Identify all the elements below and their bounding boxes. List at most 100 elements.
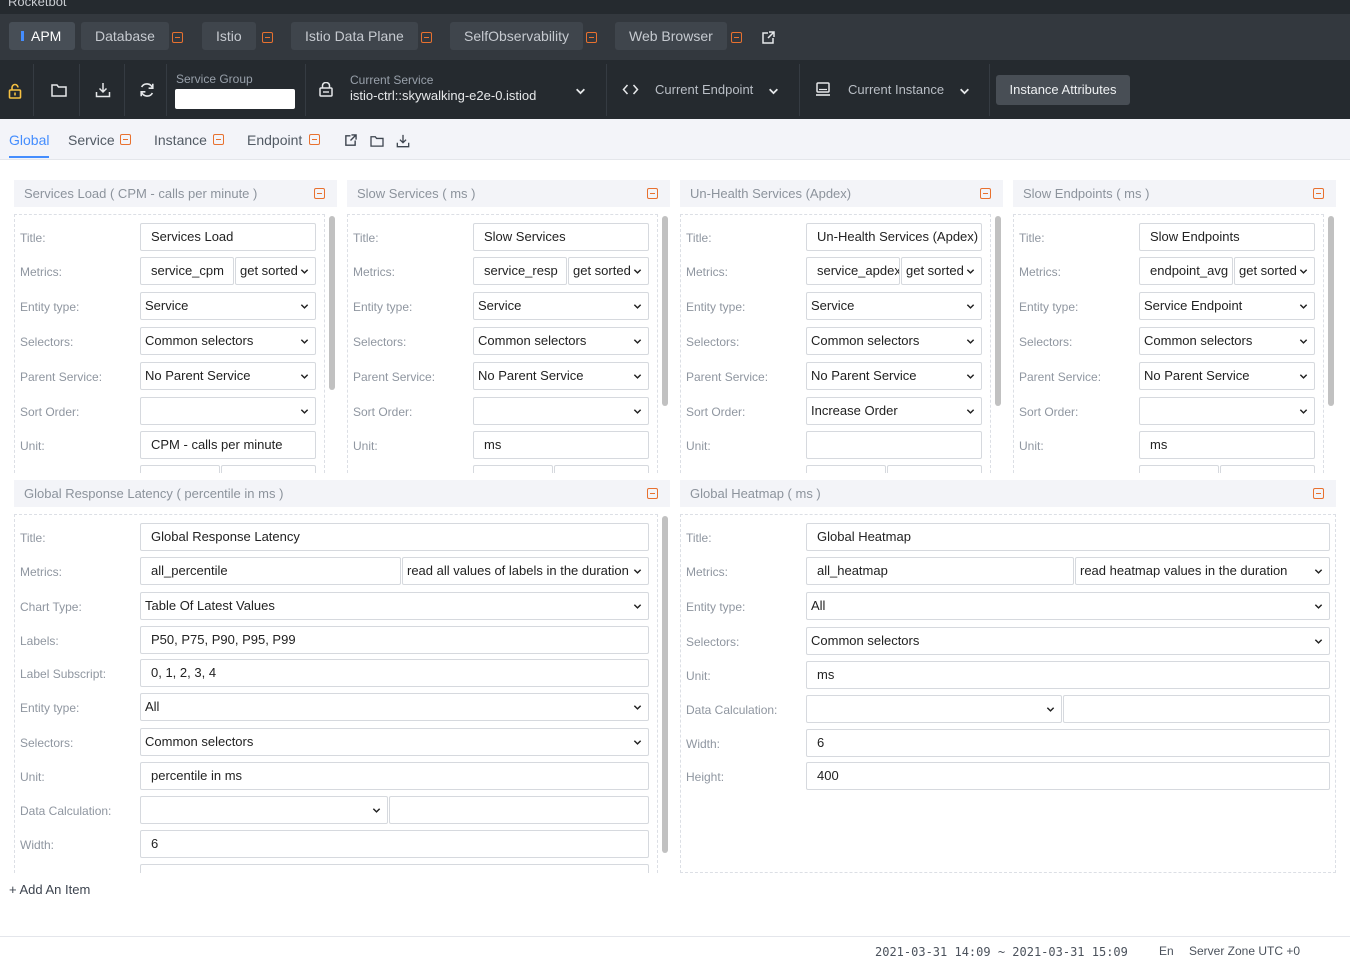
selectors-select[interactable]: Common selectors xyxy=(806,327,982,355)
width-input[interactable]: 6 xyxy=(140,830,649,858)
dashboard-tab-apm[interactable]: APM xyxy=(9,22,76,50)
tab-instance[interactable]: Instance xyxy=(154,132,207,148)
delete-dashboard-istio-data-plane-icon[interactable] xyxy=(421,32,432,43)
title-input[interactable]: Global Response Latency xyxy=(140,523,649,551)
instance-attributes-button[interactable]: Instance Attributes xyxy=(996,75,1130,105)
tab-global[interactable]: Global xyxy=(9,132,50,158)
entity-type-select[interactable]: Service Endpoint xyxy=(1139,292,1315,320)
time-range[interactable]: 2021-03-31 14:09 ~ 2021-03-31 15:09 xyxy=(875,945,1128,959)
dashboard-tab-database[interactable]: Database xyxy=(81,22,169,50)
export-download-icon[interactable] xyxy=(396,134,410,148)
dashboard-tab-web-browser[interactable]: Web Browser xyxy=(615,22,727,50)
selectors-select[interactable]: Common selectors xyxy=(1139,327,1315,355)
query-type-select[interactable]: read all values of labels in the duratio… xyxy=(402,557,649,585)
sort-order-select[interactable] xyxy=(1139,397,1315,425)
selectors-select[interactable]: Common selectors xyxy=(140,327,316,355)
width-input[interactable]: 6 xyxy=(806,729,1330,757)
scrollbar[interactable] xyxy=(662,516,668,853)
metrics-input[interactable]: all_heatmap xyxy=(806,557,1074,585)
unit-input[interactable]: ms xyxy=(806,661,1330,689)
entity-type-select[interactable]: All xyxy=(806,592,1330,620)
delete-dashboard-web-browser-icon[interactable] xyxy=(731,32,742,43)
query-type-select[interactable]: get sorted xyxy=(901,257,982,285)
add-tab-icon[interactable] xyxy=(344,134,357,147)
delete-tab-endpoint-icon[interactable] xyxy=(309,134,320,145)
scrollbar[interactable] xyxy=(662,216,668,406)
parent-service-select[interactable]: No Parent Service xyxy=(473,362,649,390)
delete-tab-instance-icon[interactable] xyxy=(213,134,224,145)
scrollbar[interactable] xyxy=(1328,216,1334,406)
parent-service-select[interactable]: No Parent Service xyxy=(140,362,316,390)
query-type-select[interactable]: get sorted xyxy=(1234,257,1315,285)
labels-input[interactable]: P50, P75, P90, P95, P99 xyxy=(140,626,649,654)
title-input[interactable]: Slow Endpoints xyxy=(1139,223,1315,251)
parent-service-select[interactable]: No Parent Service xyxy=(806,362,982,390)
delete-widget-icon[interactable] xyxy=(647,488,658,499)
title-input[interactable]: Services Load xyxy=(140,223,316,251)
lock-icon[interactable] xyxy=(8,83,22,99)
delete-widget-icon[interactable] xyxy=(1313,488,1324,499)
metrics-input[interactable]: all_percentile xyxy=(140,557,401,585)
dashboard-tab-selfobservability[interactable]: SelfObservability xyxy=(450,22,584,50)
title-input[interactable]: Un-Health Services (Apdex) xyxy=(806,223,982,251)
unit-input[interactable]: ms xyxy=(473,431,649,459)
metrics-input[interactable]: service_apdex xyxy=(806,257,900,285)
selectors-select[interactable]: Common selectors xyxy=(473,327,649,355)
delete-dashboard-selfobservability-icon[interactable] xyxy=(586,32,597,43)
entity-type-select[interactable]: All xyxy=(140,693,649,721)
query-type-select[interactable]: get sorted xyxy=(568,257,649,285)
metrics-input[interactable]: service_cpm xyxy=(140,257,234,285)
delete-widget-icon[interactable] xyxy=(1313,188,1324,199)
server-zone[interactable]: Server Zone UTC +0 xyxy=(1189,944,1300,958)
data-calculation-select[interactable] xyxy=(140,796,388,824)
data-calculation-select[interactable] xyxy=(1139,465,1219,473)
tab-endpoint[interactable]: Endpoint xyxy=(247,132,302,148)
delete-widget-icon[interactable] xyxy=(980,188,991,199)
data-calculation-select[interactable] xyxy=(473,465,553,473)
download-icon[interactable] xyxy=(95,82,111,98)
selectors-select[interactable]: Common selectors xyxy=(806,627,1330,655)
sort-order-select[interactable] xyxy=(473,397,649,425)
tab-service[interactable]: Service xyxy=(68,132,115,148)
data-calculation-input[interactable] xyxy=(221,465,316,473)
chart-type-select[interactable]: Table Of Latest Values xyxy=(140,592,649,620)
title-input[interactable]: Slow Services xyxy=(473,223,649,251)
sort-order-select[interactable] xyxy=(140,397,316,425)
delete-widget-icon[interactable] xyxy=(647,188,658,199)
parent-service-select[interactable]: No Parent Service xyxy=(1139,362,1315,390)
language-switch[interactable]: En xyxy=(1159,944,1174,958)
data-calculation-input[interactable] xyxy=(1063,695,1330,723)
query-type-select[interactable]: read heatmap values in the duration xyxy=(1075,557,1330,585)
data-calculation-select[interactable] xyxy=(806,695,1062,723)
unit-input[interactable]: percentile in ms xyxy=(140,762,649,790)
delete-dashboard-database-icon[interactable] xyxy=(172,32,183,43)
data-calculation-input[interactable] xyxy=(554,465,649,473)
data-calculation-input[interactable] xyxy=(1220,465,1315,473)
unit-input[interactable]: ms xyxy=(1139,431,1315,459)
add-dashboard-icon[interactable] xyxy=(761,31,775,45)
delete-dashboard-istio-icon[interactable] xyxy=(262,32,273,43)
metrics-input[interactable]: endpoint_avg xyxy=(1139,257,1233,285)
query-type-select[interactable]: get sorted xyxy=(235,257,316,285)
metrics-input[interactable]: service_resp xyxy=(473,257,567,285)
import-folder-icon[interactable] xyxy=(370,135,384,147)
unit-input[interactable] xyxy=(806,431,982,459)
unit-input[interactable]: CPM - calls per minute xyxy=(140,431,316,459)
height-input[interactable]: 400 xyxy=(140,864,649,873)
data-calculation-select[interactable] xyxy=(140,465,220,473)
delete-widget-icon[interactable] xyxy=(314,188,325,199)
entity-type-select[interactable]: Service xyxy=(473,292,649,320)
folder-icon[interactable] xyxy=(51,83,67,97)
data-calculation-input[interactable] xyxy=(887,465,982,473)
selectors-select[interactable]: Common selectors xyxy=(140,728,649,756)
add-item-button[interactable]: + Add An Item xyxy=(9,882,90,897)
delete-tab-service-icon[interactable] xyxy=(120,134,131,145)
dashboard-tab-istio[interactable]: Istio xyxy=(202,22,256,50)
height-input[interactable]: 400 xyxy=(806,762,1330,790)
scrollbar[interactable] xyxy=(329,216,335,390)
scrollbar[interactable] xyxy=(995,216,1001,406)
refresh-icon[interactable] xyxy=(139,82,155,98)
dashboard-tab-istio-data-plane[interactable]: Istio Data Plane xyxy=(291,22,418,50)
entity-type-select[interactable]: Service xyxy=(806,292,982,320)
title-input[interactable]: Global Heatmap xyxy=(806,523,1330,551)
